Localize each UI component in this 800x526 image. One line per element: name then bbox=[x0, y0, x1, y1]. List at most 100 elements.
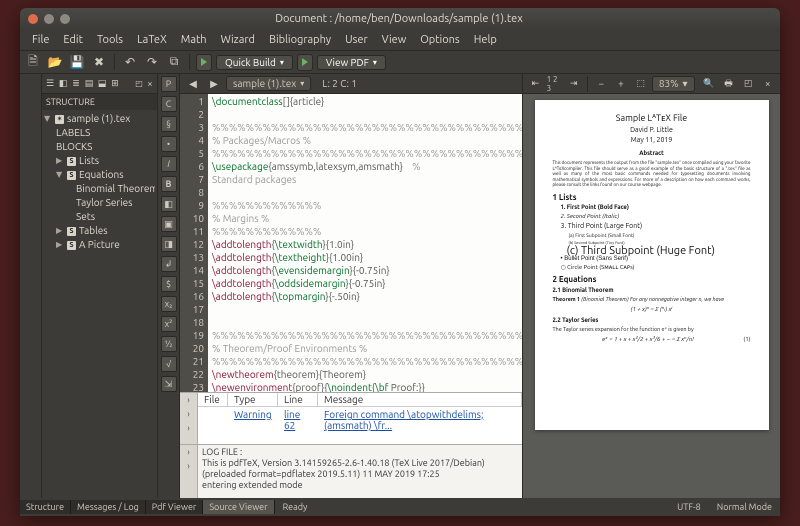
tree-sets[interactable]: Sets bbox=[44, 210, 155, 224]
menu-edit[interactable]: Edit bbox=[57, 32, 89, 48]
vtool-sqrt-icon[interactable]: √ bbox=[161, 356, 177, 372]
messages-panel: › › › File Type Line Message W bbox=[180, 392, 522, 444]
pdf-list-item: 3. Third Point (Large Font) bbox=[561, 222, 751, 230]
messages-chev-3[interactable]: › bbox=[187, 421, 190, 435]
code-editor[interactable]: 1234567891011121314151617181920212223242… bbox=[180, 94, 522, 392]
pdf-equation-binomial: (1 + x)ⁿ = Σ (ⁿᵢ) xⁱ bbox=[553, 306, 751, 314]
vtool-frac-icon[interactable]: ½ bbox=[161, 336, 177, 352]
structure-tool-1[interactable]: ☰ bbox=[44, 78, 56, 90]
messages-row[interactable]: Warning line 62 Foreign command \atopwit… bbox=[198, 407, 522, 433]
menu-user[interactable]: User bbox=[339, 32, 374, 48]
pdf-popout-icon[interactable]: ◰ bbox=[740, 75, 757, 93]
vtool-right-icon[interactable]: ◨ bbox=[161, 236, 177, 252]
code-area[interactable]: \documentclass[]{article} %%%%%%%%%%%%%%… bbox=[208, 94, 522, 392]
menu-wizard[interactable]: Wizard bbox=[215, 32, 261, 48]
structure-tree: ▼✶sample (1).tex LABELS BLOCKS ▶SLists ▼… bbox=[42, 110, 157, 254]
close-file-icon[interactable]: ✖ bbox=[90, 53, 108, 71]
vtool-center-icon[interactable]: ▣ bbox=[161, 216, 177, 232]
vtool-newline-icon[interactable]: ↲ bbox=[161, 256, 177, 272]
view-button[interactable] bbox=[297, 54, 313, 71]
pdf-fit-icon[interactable]: ⬚ bbox=[632, 75, 649, 93]
window-minimize-button[interactable] bbox=[44, 14, 54, 24]
vtool-chapter-icon[interactable]: C bbox=[161, 96, 177, 112]
structure-tool-4[interactable]: ▤ bbox=[83, 78, 95, 90]
messages-side-tabs: › › › bbox=[180, 393, 198, 444]
pdf-first-page-icon[interactable]: ⇤ bbox=[527, 75, 544, 93]
viewpdf-dropdown[interactable]: View PDF ▾ bbox=[317, 55, 386, 70]
status-tab-sourceviewer[interactable]: Source Viewer bbox=[203, 500, 274, 514]
messages-col-type[interactable]: Type bbox=[228, 393, 278, 406]
new-file-icon[interactable]: 🗎 bbox=[24, 53, 42, 71]
tree-taylor[interactable]: Taylor Series bbox=[44, 196, 155, 210]
vtool-left-icon[interactable]: ◧ bbox=[161, 196, 177, 212]
structure-close-icon[interactable]: × bbox=[145, 79, 155, 89]
vtool-item-icon[interactable]: • bbox=[161, 136, 177, 152]
pdf-zoom-dropdown[interactable]: 83% ▾ bbox=[652, 76, 695, 92]
pdf-date: May 11, 2019 bbox=[553, 136, 751, 144]
pdf-print-icon[interactable]: 🖶 bbox=[720, 75, 737, 93]
vtool-math-icon[interactable]: $ bbox=[161, 276, 177, 292]
structure-tool-3[interactable]: ≣ bbox=[70, 78, 82, 90]
log-chev-2[interactable]: › bbox=[187, 459, 190, 473]
tree-labels[interactable]: LABELS bbox=[44, 126, 155, 140]
status-tab-pdfviewer[interactable]: Pdf Viewer bbox=[146, 500, 204, 514]
menu-help[interactable]: Help bbox=[468, 32, 503, 48]
undo-icon[interactable]: ↶ bbox=[121, 53, 139, 71]
tree-picture[interactable]: ▶SA Picture bbox=[44, 238, 155, 252]
status-tab-messages[interactable]: Messages / Log bbox=[71, 500, 146, 514]
vtool-ref-icon[interactable]: ⇲ bbox=[161, 376, 177, 392]
tab-next-icon[interactable]: ▶ bbox=[205, 75, 223, 93]
run-button[interactable] bbox=[196, 54, 212, 71]
menu-options[interactable]: Options bbox=[414, 32, 465, 48]
vtool-sub-icon[interactable]: x₂ bbox=[161, 296, 177, 312]
pdf-author: David P. Little bbox=[553, 126, 751, 134]
tree-root[interactable]: ▼✶sample (1).tex bbox=[44, 112, 155, 126]
menu-view[interactable]: View bbox=[376, 32, 413, 48]
tree-lists[interactable]: ▶SLists bbox=[44, 154, 155, 168]
pdf-zoom-in-icon[interactable]: + bbox=[613, 75, 630, 93]
tree-equations[interactable]: ▼SEquations bbox=[44, 168, 155, 182]
structure-popout-icon[interactable]: ◰ bbox=[134, 79, 144, 89]
vtool-part-icon[interactable]: P bbox=[161, 76, 177, 92]
pdf-preview-body[interactable]: Sample LᴬTᴇX File David P. Little May 11… bbox=[523, 94, 780, 498]
messages-col-line[interactable]: Line bbox=[278, 393, 318, 406]
status-tab-structure[interactable]: Structure bbox=[20, 500, 71, 514]
vtool-section-icon[interactable]: § bbox=[161, 116, 177, 132]
pdf-last-page-icon[interactable]: ⇥ bbox=[565, 75, 582, 93]
tree-binomial[interactable]: Binomial Theorem bbox=[44, 182, 155, 196]
pdf-zoom-out-icon[interactable]: − bbox=[593, 75, 610, 93]
messages-chev-2[interactable]: › bbox=[187, 407, 190, 421]
log-line-1: This is pdfTeX, Version 3.14159265-2.6-1… bbox=[202, 458, 518, 469]
window-maximize-button[interactable] bbox=[60, 14, 70, 24]
messages-header-row: File Type Line Message bbox=[198, 393, 522, 407]
open-file-icon[interactable]: 📂 bbox=[46, 53, 64, 71]
document-tab[interactable]: sample (1).tex ▾ bbox=[226, 76, 311, 91]
menu-file[interactable]: File bbox=[26, 32, 55, 48]
window-close-button[interactable] bbox=[28, 14, 38, 24]
vtool-sup-icon[interactable]: x² bbox=[161, 316, 177, 332]
menu-bibliography[interactable]: Bibliography bbox=[263, 32, 337, 48]
menu-tools[interactable]: Tools bbox=[91, 32, 129, 48]
vtool-emph-icon[interactable]: I bbox=[161, 156, 177, 172]
log-chev-1[interactable]: › bbox=[187, 445, 190, 459]
redo-icon[interactable]: ↷ bbox=[143, 53, 161, 71]
tree-tables[interactable]: ▶STables bbox=[44, 224, 155, 238]
messages-col-message[interactable]: Message bbox=[318, 393, 522, 406]
tab-prev-icon[interactable]: ◀ bbox=[184, 75, 202, 93]
vtool-bold-icon[interactable]: B bbox=[161, 176, 177, 192]
save-file-icon[interactable]: 💾 bbox=[68, 53, 86, 71]
structure-tool-2[interactable]: ◧ bbox=[57, 78, 69, 90]
pdf-sublist-item: (a) First Subpoint (Small Font) bbox=[569, 231, 751, 239]
menu-math[interactable]: Math bbox=[175, 32, 213, 48]
structure-tool-5[interactable]: ⬓ bbox=[96, 78, 108, 90]
pdf-search-icon[interactable]: 🔍 bbox=[701, 75, 718, 93]
pdf-taylor-text: The Taylor series expansion for the func… bbox=[553, 326, 751, 334]
copy-icon[interactable]: ⧉ bbox=[165, 53, 183, 71]
pdf-close-icon[interactable]: × bbox=[759, 75, 776, 93]
tree-blocks[interactable]: BLOCKS bbox=[44, 140, 155, 154]
messages-col-file[interactable]: File bbox=[198, 393, 228, 406]
messages-chev-1[interactable]: › bbox=[187, 393, 190, 407]
quickbuild-dropdown[interactable]: Quick Build ▾ bbox=[216, 55, 293, 70]
menu-latex[interactable]: LaTeX bbox=[131, 32, 173, 48]
structure-tool-6[interactable]: ⊞ bbox=[109, 78, 121, 90]
